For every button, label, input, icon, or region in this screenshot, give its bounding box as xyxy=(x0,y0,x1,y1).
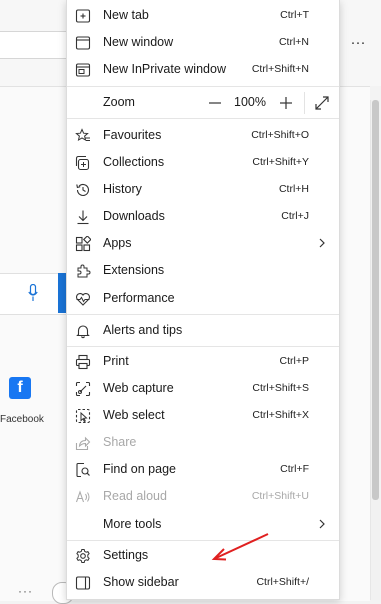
menu-divider xyxy=(67,118,339,119)
download-icon xyxy=(77,210,89,225)
microphone-icon[interactable] xyxy=(28,284,38,302)
menu-item-shortcut: Ctrl+Shift+S xyxy=(252,382,309,394)
menu-divider xyxy=(67,314,339,315)
menu-item-shortcut: Ctrl+Shift+U xyxy=(251,490,309,502)
menu-divider xyxy=(67,86,339,87)
shortcut-label[interactable]: Facebook xyxy=(0,414,60,425)
menu-divider xyxy=(67,346,339,347)
menu-item-shortcut: Ctrl+J xyxy=(281,210,309,222)
menu-item-label: Performance xyxy=(103,291,175,305)
menu-item-new-window[interactable]: New window Ctrl+N xyxy=(67,30,339,56)
menu-item-shortcut: Ctrl+H xyxy=(278,183,309,195)
zoom-divider xyxy=(304,92,305,114)
collections-icon xyxy=(75,155,90,171)
new-tab-icon xyxy=(75,9,91,23)
menu-item-find-on-page[interactable]: Find on page Ctrl+F xyxy=(67,457,339,483)
chevron-right-icon xyxy=(319,238,325,248)
bell-icon xyxy=(76,325,90,339)
more-shortcuts-icon[interactable]: ··· xyxy=(18,584,33,598)
menu-item-alerts-and-tips[interactable]: Alerts and tips xyxy=(67,318,339,344)
menu-item-apps[interactable]: Apps xyxy=(67,231,339,257)
menu-item-settings[interactable]: Settings xyxy=(67,543,339,569)
menu-item-collections[interactable]: Collections Ctrl+Shift+Y xyxy=(67,150,339,176)
page-scrollbar[interactable] xyxy=(370,100,380,600)
address-bar[interactable] xyxy=(0,31,76,59)
performance-heart-icon xyxy=(76,293,90,306)
menu-item-label: Web capture xyxy=(103,381,174,395)
menu-item-shortcut: Ctrl+Shift+O xyxy=(251,129,309,141)
scrollbar-thumb[interactable] xyxy=(372,100,379,500)
menu-item-read-aloud: Read aloud Ctrl+Shift+U xyxy=(67,484,339,510)
zoom-out-button[interactable] xyxy=(205,95,225,111)
menu-item-shortcut: Ctrl+Shift+/ xyxy=(256,576,309,588)
menu-item-label: Favourites xyxy=(103,128,162,142)
menu-item-label: New InPrivate window xyxy=(103,62,226,76)
menu-item-extensions[interactable]: Extensions xyxy=(67,258,339,284)
extensions-icon xyxy=(77,264,91,278)
menu-item-label: Alerts and tips xyxy=(103,323,183,337)
menu-item-print[interactable]: Print Ctrl+P xyxy=(67,349,339,375)
web-select-icon xyxy=(75,408,91,424)
zoom-in-button[interactable] xyxy=(276,93,296,113)
menu-item-label: New window xyxy=(103,35,174,49)
menu-item-performance[interactable]: Performance xyxy=(67,286,339,312)
menu-item-history[interactable]: History Ctrl+H xyxy=(67,177,339,203)
facebook-icon[interactable]: f xyxy=(9,377,31,399)
new-window-icon xyxy=(75,36,91,50)
menu-item-shortcut: Ctrl+Shift+X xyxy=(252,409,309,421)
menu-item-label: Collections xyxy=(103,155,165,169)
menu-item-label: Web select xyxy=(103,408,165,422)
menu-item-new-inprivate-window[interactable]: New InPrivate window Ctrl+Shift+N xyxy=(67,57,339,83)
menu-item-shortcut: Ctrl+Shift+N xyxy=(251,63,309,75)
printer-icon xyxy=(75,354,91,370)
menu-item-label: Print xyxy=(103,354,129,368)
menu-item-label: Apps xyxy=(103,236,132,250)
inprivate-window-icon xyxy=(75,63,91,77)
menu-item-shortcut: Ctrl+Shift+Y xyxy=(252,156,309,168)
chevron-right-icon xyxy=(319,519,325,529)
apps-icon xyxy=(75,236,91,252)
menu-item-share: Share xyxy=(67,430,339,456)
full-screen-icon[interactable] xyxy=(313,94,331,112)
zoom-label: Zoom xyxy=(103,95,135,109)
sidebar-icon xyxy=(75,576,91,590)
menu-item-label: More tools xyxy=(103,517,162,531)
menu-item-new-tab[interactable]: New tab Ctrl+T xyxy=(67,3,339,29)
favourites-icon xyxy=(75,128,90,142)
menu-item-shortcut: Ctrl+F xyxy=(280,463,309,475)
settings-and-more-button[interactable]: ··· xyxy=(345,30,371,56)
menu-item-favourites[interactable]: Favourites Ctrl+Shift+O xyxy=(67,123,339,149)
menu-item-label: Extensions xyxy=(103,263,165,277)
menu-item-label: Find on page xyxy=(103,462,176,476)
menu-divider xyxy=(67,540,339,541)
zoom-level: 100% xyxy=(234,95,266,109)
settings-and-more-menu: New tab Ctrl+T New window Ctrl+N New InP… xyxy=(66,0,340,600)
share-icon xyxy=(75,436,91,451)
menu-item-web-capture[interactable]: Web capture Ctrl+Shift+S xyxy=(67,376,339,402)
menu-item-label: History xyxy=(103,182,142,196)
menu-item-shortcut: Ctrl+N xyxy=(278,36,309,48)
annotation-arrow-icon xyxy=(211,533,269,561)
read-aloud-icon xyxy=(75,490,90,503)
menu-item-show-sidebar[interactable]: Show sidebar Ctrl+Shift+/ xyxy=(67,570,339,596)
menu-item-label: Show sidebar xyxy=(103,575,179,589)
menu-item-downloads[interactable]: Downloads Ctrl+J xyxy=(67,204,339,230)
gear-icon xyxy=(76,549,90,563)
menu-item-label: Downloads xyxy=(103,209,165,223)
menu-item-label: Settings xyxy=(103,548,149,562)
menu-item-shortcut: Ctrl+T xyxy=(280,9,309,21)
menu-item-label: Share xyxy=(103,435,137,449)
menu-item-shortcut: Ctrl+P xyxy=(279,355,309,367)
find-on-page-icon xyxy=(76,462,90,478)
menu-item-web-select[interactable]: Web select Ctrl+Shift+X xyxy=(67,403,339,429)
web-capture-icon xyxy=(75,381,91,397)
history-icon xyxy=(76,183,90,196)
menu-item-zoom: Zoom 100% xyxy=(67,90,339,116)
menu-item-more-tools[interactable]: More tools xyxy=(67,512,339,538)
menu-item-label: Read aloud xyxy=(103,489,167,503)
menu-item-label: New tab xyxy=(103,8,149,22)
